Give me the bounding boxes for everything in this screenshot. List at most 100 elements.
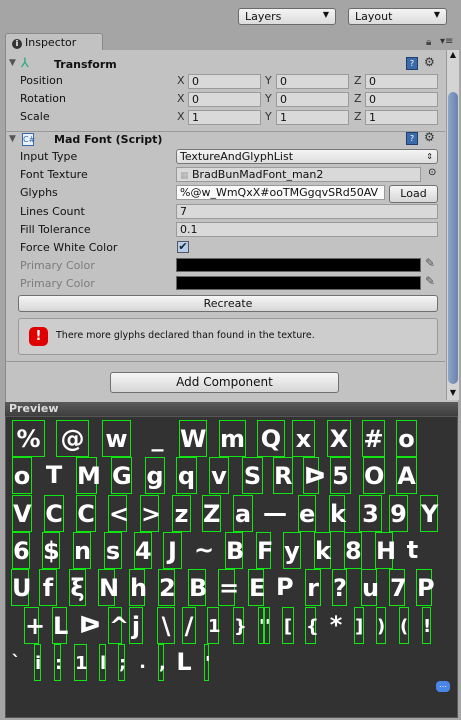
load-button[interactable]: Load bbox=[389, 185, 438, 203]
glyph: 8 bbox=[344, 531, 362, 569]
glyph: [ bbox=[282, 606, 294, 644]
transform-row-label: Rotation bbox=[20, 92, 67, 105]
glyph: ᐅ bbox=[79, 610, 101, 639]
position-y-input[interactable]: 0 bbox=[276, 74, 349, 89]
glyph: ~ bbox=[194, 535, 215, 564]
glyph: 3 bbox=[359, 494, 382, 532]
primary-color-swatch[interactable] bbox=[176, 258, 421, 272]
position-x-input[interactable]: 0 bbox=[188, 74, 261, 89]
glyph: 5 bbox=[330, 457, 351, 495]
glyph: 2 bbox=[158, 569, 176, 607]
force-white-label: Force White Color bbox=[20, 241, 118, 254]
eyedropper-icon[interactable]: ✎ bbox=[425, 256, 435, 270]
rotation-z-input[interactable]: 0 bbox=[365, 92, 438, 107]
layers-dropdown[interactable]: Layers ▼ bbox=[238, 8, 336, 25]
axis-label-z: Z bbox=[354, 74, 362, 87]
eyedropper-icon[interactable]: ✎ bbox=[425, 274, 435, 288]
chevron-down-icon: ▼ bbox=[433, 10, 440, 19]
help-book-icon[interactable]: ? bbox=[406, 132, 418, 145]
glyph: . bbox=[139, 651, 146, 673]
glyph: h bbox=[129, 569, 147, 607]
glyph: M bbox=[76, 457, 101, 495]
add-component-button[interactable]: Add Component bbox=[110, 372, 339, 393]
glyph: ; bbox=[118, 643, 126, 681]
gear-icon[interactable]: ⚙ bbox=[424, 55, 435, 69]
primary-color-swatch[interactable] bbox=[176, 276, 421, 290]
tab-inspector[interactable]: i Inspector bbox=[5, 33, 103, 51]
primary-color-label: Primary Color bbox=[20, 259, 95, 272]
glyph: n bbox=[73, 531, 91, 569]
scale-y-input[interactable]: 1 bbox=[276, 110, 349, 125]
menu-icon[interactable]: ▾≡ bbox=[440, 36, 453, 47]
glyph: O bbox=[363, 457, 385, 495]
collapse-madfont-icon[interactable]: ▼ bbox=[9, 134, 16, 144]
more-options-icon[interactable]: … bbox=[436, 681, 450, 692]
glyph: g bbox=[145, 457, 165, 495]
position-z-input[interactable]: 0 bbox=[365, 74, 438, 89]
glyph: * bbox=[329, 610, 343, 639]
glyph: C bbox=[44, 494, 64, 532]
glyph: L bbox=[52, 606, 68, 644]
scrollbar[interactable]: ▲ ▼ bbox=[446, 50, 459, 400]
transform-row-label: Position bbox=[20, 74, 63, 87]
glyph: ! bbox=[422, 606, 431, 644]
primary-color-label: Primary Color bbox=[20, 277, 95, 290]
glyph: S bbox=[242, 457, 263, 495]
input-type-select[interactable]: TextureAndGlyphList ⇕ bbox=[176, 149, 438, 164]
lines-count-label: Lines Count bbox=[20, 205, 85, 218]
rotation-y-input[interactable]: 0 bbox=[276, 92, 349, 107]
lines-count-input[interactable]: 7 bbox=[176, 204, 438, 219]
fill-tolerance-input[interactable]: 0.1 bbox=[176, 222, 438, 237]
axis-label-y: Y bbox=[265, 92, 272, 105]
axis-label-x: X bbox=[177, 92, 185, 105]
scale-z-input[interactable]: 1 bbox=[365, 110, 438, 125]
glyph: W bbox=[179, 420, 207, 457]
glyph: { bbox=[305, 606, 319, 644]
glyphs-input[interactable]: %@w_WmQxX#ooTMGgqvSRd50AV bbox=[176, 185, 385, 200]
glyph: f bbox=[39, 569, 57, 607]
glyph: / bbox=[182, 606, 196, 644]
glyph: : bbox=[54, 643, 62, 681]
glyph: U bbox=[11, 569, 32, 607]
glyph: k bbox=[329, 494, 346, 532]
scroll-up-icon[interactable]: ▲ bbox=[447, 50, 459, 59]
gear-icon[interactable]: ⚙ bbox=[424, 130, 435, 144]
font-texture-value: BradBunMadFont_man2 bbox=[192, 168, 324, 181]
glyph: $ bbox=[42, 531, 60, 569]
font-texture-label: Font Texture bbox=[20, 168, 88, 181]
glyph: Z bbox=[202, 494, 221, 532]
glyph: ξ bbox=[69, 569, 86, 607]
collapse-transform-icon[interactable]: ▼ bbox=[9, 58, 16, 68]
glyph: L bbox=[176, 647, 192, 676]
glyph: k bbox=[314, 531, 331, 569]
preview-header[interactable]: Preview bbox=[5, 402, 458, 416]
glyph: , bbox=[158, 643, 166, 681]
font-texture-field[interactable]: ▦ BradBunMadFont_man2 bbox=[176, 167, 421, 182]
glyph: # bbox=[362, 420, 385, 457]
updown-icon: ⇕ bbox=[426, 152, 433, 161]
glyph: H bbox=[375, 531, 396, 569]
help-book-icon[interactable]: ? bbox=[406, 57, 418, 70]
glyph: B bbox=[225, 531, 244, 569]
transform-row-label: Scale bbox=[20, 110, 50, 123]
scale-x-input[interactable]: 1 bbox=[188, 110, 261, 125]
glyph: N bbox=[98, 569, 119, 607]
recreate-button[interactable]: Recreate bbox=[18, 295, 438, 312]
glyph: < bbox=[108, 494, 129, 532]
object-picker-icon[interactable]: ⊙ bbox=[428, 167, 436, 178]
axis-label-x: X bbox=[177, 110, 185, 123]
glyph: r bbox=[305, 569, 321, 607]
scrollbar-thumb[interactable] bbox=[448, 92, 458, 384]
lock-icon[interactable]: 🔒︎ bbox=[426, 37, 431, 48]
glyph: J bbox=[163, 531, 182, 569]
layout-dropdown[interactable]: Layout ▼ bbox=[348, 8, 447, 25]
axis-label-y: Y bbox=[265, 74, 272, 87]
glyph: ' bbox=[264, 606, 271, 644]
scroll-down-icon[interactable]: ▼ bbox=[447, 388, 459, 397]
glyph: Q bbox=[257, 420, 285, 457]
transform-icon: ⅄ bbox=[21, 56, 29, 71]
force-white-checkbox[interactable]: ✔ bbox=[177, 241, 189, 253]
glyph: m bbox=[219, 420, 246, 457]
rotation-x-input[interactable]: 0 bbox=[188, 92, 261, 107]
glyph: ` bbox=[11, 651, 21, 673]
